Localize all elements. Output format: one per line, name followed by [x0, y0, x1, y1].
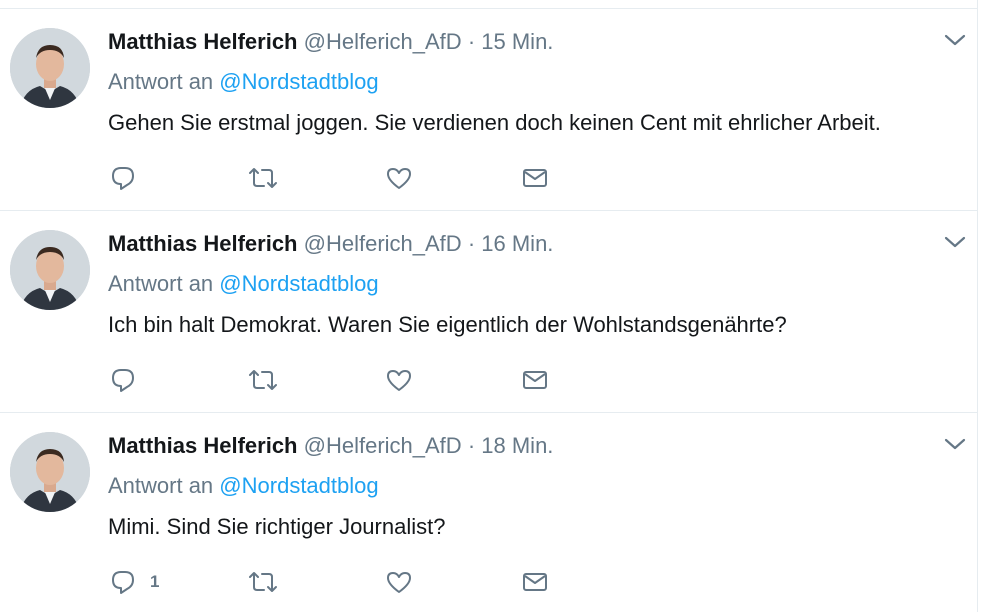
- author-name[interactable]: Matthias Helferich: [108, 433, 298, 458]
- separator-dot: ·: [467, 231, 476, 256]
- like-button[interactable]: [384, 365, 414, 395]
- direct-message-icon: [520, 163, 550, 193]
- tweet-header: Matthias Helferich @Helferich_AfD · 18 M…: [108, 432, 553, 460]
- direct-message-button[interactable]: [520, 567, 550, 597]
- timestamp[interactable]: 16 Min.: [481, 231, 553, 256]
- author-name[interactable]: Matthias Helferich: [108, 231, 298, 256]
- chevron-down-icon[interactable]: [942, 232, 968, 252]
- like-button[interactable]: [384, 163, 414, 193]
- timeline-right-border: [977, 0, 996, 612]
- timestamp[interactable]: 15 Min.: [481, 29, 553, 54]
- direct-message-button[interactable]: [520, 365, 550, 395]
- tweet-text: Ich bin halt Demokrat. Waren Sie eigentl…: [108, 312, 787, 337]
- tweet-text: Gehen Sie erstmal joggen. Sie verdienen …: [108, 110, 881, 135]
- like-icon: [384, 163, 414, 193]
- reply-prefix: Antwort an: [108, 69, 214, 94]
- reply-mention-link[interactable]: @Nordstadtblog: [219, 69, 378, 94]
- chevron-down-icon[interactable]: [942, 434, 968, 454]
- separator-dot: ·: [467, 433, 476, 458]
- reply-button[interactable]: [108, 163, 150, 193]
- tweet[interactable]: Matthias Helferich @Helferich_AfD · 15 M…: [0, 8, 978, 211]
- avatar[interactable]: [10, 230, 90, 310]
- retweet-button[interactable]: [246, 365, 280, 395]
- retweet-icon: [246, 567, 280, 597]
- reply-mention-link[interactable]: @Nordstadtblog: [219, 271, 378, 296]
- separator-dot: ·: [467, 29, 476, 54]
- reply-icon: [108, 365, 138, 395]
- timestamp[interactable]: 18 Min.: [481, 433, 553, 458]
- chevron-down-icon[interactable]: [942, 30, 968, 50]
- retweet-icon: [246, 163, 280, 193]
- tweet-header: Matthias Helferich @Helferich_AfD · 15 M…: [108, 28, 553, 56]
- like-icon: [384, 365, 414, 395]
- direct-message-icon: [520, 567, 550, 597]
- reply-count: 1: [150, 572, 160, 591]
- reply-context: Antwort an @Nordstadtblog: [108, 68, 379, 96]
- reply-context: Antwort an @Nordstadtblog: [108, 270, 379, 298]
- reply-button[interactable]: 1: [108, 567, 159, 597]
- author-name[interactable]: Matthias Helferich: [108, 29, 298, 54]
- reply-context: Antwort an @Nordstadtblog: [108, 472, 379, 500]
- author-handle[interactable]: @Helferich_AfD: [304, 29, 462, 54]
- author-handle[interactable]: @Helferich_AfD: [304, 433, 462, 458]
- tweet[interactable]: Matthias Helferich @Helferich_AfD · 16 M…: [0, 210, 978, 413]
- reply-prefix: Antwort an: [108, 271, 214, 296]
- retweet-button[interactable]: [246, 567, 280, 597]
- avatar[interactable]: [10, 432, 90, 512]
- like-button[interactable]: [384, 567, 414, 597]
- reply-button[interactable]: [108, 365, 150, 395]
- reply-icon: [108, 567, 138, 597]
- reply-prefix: Antwort an: [108, 473, 214, 498]
- retweet-icon: [246, 365, 280, 395]
- direct-message-button[interactable]: [520, 163, 550, 193]
- direct-message-icon: [520, 365, 550, 395]
- like-icon: [384, 567, 414, 597]
- avatar[interactable]: [10, 28, 90, 108]
- reply-mention-link[interactable]: @Nordstadtblog: [219, 473, 378, 498]
- tweet[interactable]: Matthias Helferich @Helferich_AfD · 18 M…: [0, 412, 978, 614]
- author-handle[interactable]: @Helferich_AfD: [304, 231, 462, 256]
- tweet-text: Mimi. Sind Sie richtiger Journalist?: [108, 514, 446, 539]
- retweet-button[interactable]: [246, 163, 280, 193]
- tweet-header: Matthias Helferich @Helferich_AfD · 16 M…: [108, 230, 553, 258]
- reply-icon: [108, 163, 138, 193]
